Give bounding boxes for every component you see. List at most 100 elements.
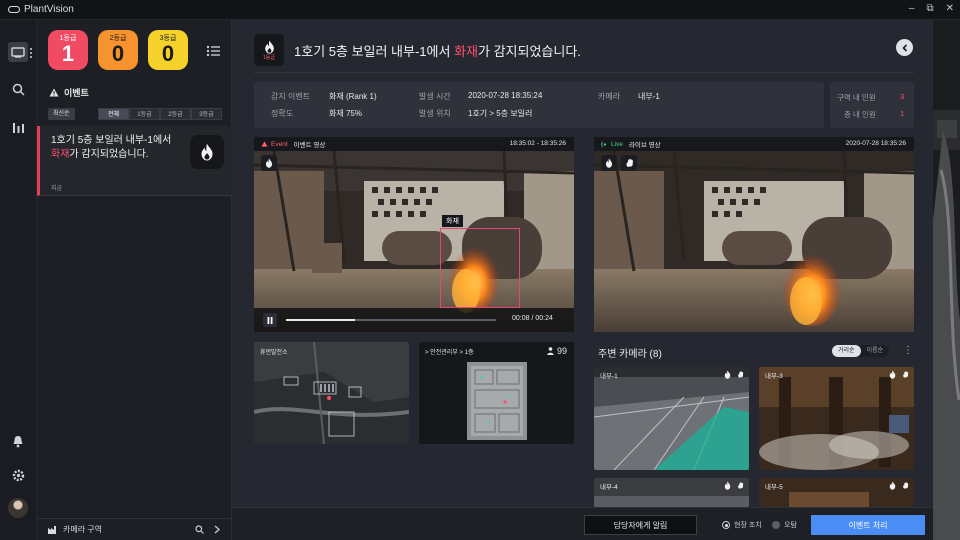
chart-icon[interactable] [8,117,28,137]
list-view-icon[interactable] [205,44,221,58]
radio-false-alarm-label: 오탐 [784,522,797,529]
fire-icon [724,370,731,379]
event-card[interactable]: 1호기 5층 보일러 내부-1에서 화재가 감지되었습니다. 지금 [37,126,232,196]
live-icon [601,141,607,147]
filter-grade-3[interactable]: 3등급 [191,108,222,120]
restore-icon[interactable]: ⧉ [926,3,933,14]
event-card-text: 1호기 5층 보일러 내부-1에서 화재가 감지되었습니다. [51,135,172,160]
event-info: 감지 이벤트 화재 (Rank 1) 정확도 화재 75% 발생 시간 2020… [254,82,824,128]
fire-filter-icon[interactable] [601,155,617,171]
live-tag: Live [601,141,623,148]
fire-icon [264,39,274,54]
nearby-camera-5[interactable]: 내부-5 [759,478,914,507]
more-options-icon[interactable]: ⋮ [903,345,913,356]
filter-grade-1[interactable]: 1등급 [129,108,160,120]
process-event-button[interactable]: 이벤트 처리 [811,515,925,535]
event-video-frame[interactable]: 화재 00:08 / 00:24 [254,151,574,332]
fire-icon [724,481,731,490]
location-value: 1호기 > 5층 보일러 [468,109,533,118]
radio-false-alarm[interactable]: 오탐 [772,520,797,530]
live-video-panel: Live 라이브 영상 2020-07-28 18:35:26 [594,137,914,332]
staff-info: 구역 내 인원 3 층 내 인원 1 [830,82,914,128]
camera-feed-image [759,367,914,470]
brand-name: PlantVision [24,4,74,15]
smoke-filter-icon[interactable] [621,155,637,171]
event-label: 감지 이벤트 [271,92,311,101]
min-icon[interactable]: – [909,3,915,14]
grade-3-count[interactable]: 3등급 0 [148,30,188,70]
action-bar: 담당자에게 알림 현장 조치 오탐 이벤트 처리 [232,507,933,540]
close-icon[interactable]: ✕ [946,3,954,14]
zone-staff-value: 3 [900,92,905,101]
factory-icon [48,526,56,534]
live-video-frame[interactable] [594,151,914,332]
playback-bar: 00:08 / 00:24 [254,308,574,332]
radio-onsite-label: 현장 조치 [734,522,762,529]
grade-2-count[interactable]: 2등급 0 [98,30,138,70]
search-icon[interactable] [8,79,28,99]
camera-zone-label: 카메라 구역 [63,525,103,534]
rail-more-icon[interactable] [30,46,32,58]
grade-1-count[interactable]: 1등급 1 [48,30,88,70]
time-value: 2020-07-28 18:35:24 [468,91,543,100]
events-heading: 이벤트 [49,86,89,99]
aerial-map-image [254,342,409,444]
camera-name: 내부-4 [600,484,618,491]
camera-value: 내부-1 [638,92,660,101]
nearby-sort-toggle: 거리순 이름순 [832,345,890,357]
fire-icon [190,135,224,169]
grade-1-value: 1 [61,41,75,66]
camera-label: 카메라 [598,92,621,101]
accuracy-label: 정확도 [271,109,294,118]
monitor-icon[interactable] [8,42,28,62]
progress-fill [286,319,356,321]
footer-actions [195,525,220,534]
nearby-camera-1[interactable]: 내부-1 [594,367,749,470]
radio-false-alarm-dot [772,521,780,529]
progress-track[interactable] [286,319,496,321]
people-count: 99 [547,346,567,356]
camera-name: 내부-1 [600,373,618,380]
zone-staff-label: 구역 내 인원 [837,93,876,102]
search-icon[interactable] [195,525,204,534]
brand-logo-icon [8,6,20,13]
floor-map[interactable]: > 안전관리부 > 1층 99 [419,342,574,444]
smoke-icon [903,482,909,489]
avatar[interactable] [8,498,28,518]
event-value: 화재 (Rank 1) [329,92,377,101]
chevron-right-icon[interactable] [214,525,220,534]
fire-filter-icon[interactable] [261,155,277,171]
event-video-header: Event 이벤트 영상 18:35:02 - 18:35:26 [254,137,574,151]
nearby-camera-3[interactable]: 내부-3 [759,367,914,470]
playback-time: 00:08 / 00:24 [512,315,553,322]
detection-label: 화재 [442,215,463,227]
bell-icon[interactable] [8,431,28,451]
time-label: 발생 시간 [419,92,451,101]
gear-icon[interactable] [8,465,28,485]
detection-box [440,228,520,308]
filter-all[interactable]: 전체 [98,108,129,120]
grade-2-value: 0 [111,41,125,66]
background-window-strip [933,20,960,540]
live-video-header: Live 라이브 영상 2020-07-28 18:35:26 [594,137,914,151]
site-map-label: 휴먼발전소 [260,350,288,356]
site-map[interactable]: 휴먼발전소 [254,342,409,444]
back-button[interactable] [896,39,913,56]
fire-icon [889,481,896,490]
sort-latest-button[interactable]: 최신순 [48,108,75,120]
radio-onsite[interactable]: 현장 조치 [722,520,762,530]
sort-distance-button[interactable]: 거리순 [832,345,861,357]
fire-icon [889,370,896,379]
event-video-range: 18:35:02 - 18:35:26 [509,140,566,147]
nearby-camera-4[interactable]: 내부-4 [594,478,749,507]
camera-zone-footer[interactable]: 카메라 구역 [37,518,232,540]
title-bar: PlantVision – ⧉ ✕ [0,0,960,20]
smoke-icon [903,371,909,378]
pause-button[interactable] [263,313,277,327]
camera-status-icons [724,481,744,490]
filter-grade-2[interactable]: 2등급 [160,108,191,120]
notify-manager-button[interactable]: 담당자에게 알림 [584,515,697,535]
camera-status-icons [724,370,744,379]
sort-name-button[interactable]: 이름순 [861,345,890,357]
camera-name: 내부-5 [765,484,783,491]
